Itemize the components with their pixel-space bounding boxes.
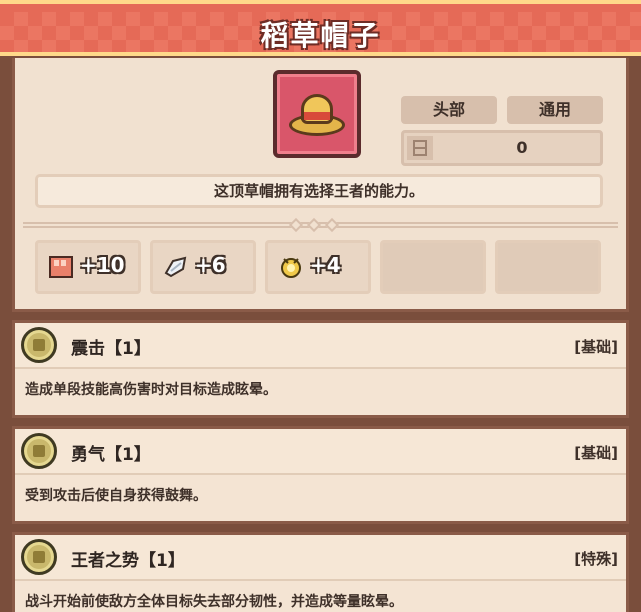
skill-card-1[interactable]: 震击【1】 [基础] 造成单段技能高伤害时对目标造成眩晕。 bbox=[12, 320, 629, 418]
skill-card-2[interactable]: 勇气【1】 [基础] 受到攻击后使自身获得鼓舞。 bbox=[12, 426, 629, 524]
straw-hat-icon bbox=[273, 70, 361, 158]
equip-slot-tag: 头部 bbox=[401, 96, 497, 124]
item-value-box: 0 bbox=[401, 130, 603, 166]
title-banner: 稻草帽子 bbox=[0, 0, 641, 56]
stat-value-1: +10 bbox=[80, 253, 125, 277]
stat-slot-5-empty[interactable] bbox=[495, 240, 601, 294]
stat-slot-1[interactable]: +10 bbox=[35, 240, 141, 294]
skill-card-3[interactable]: 王者之势【1】 [特殊] 战斗开始前使敌方全体目标失去部分韧性，并造成等量眩晕。 bbox=[12, 532, 629, 612]
stat-value-2: +6 bbox=[195, 253, 226, 277]
save-icon bbox=[413, 140, 427, 156]
skill-badge-icon bbox=[21, 539, 57, 575]
skill-badge-icon bbox=[21, 327, 57, 363]
skill-name: 震击【1】 bbox=[71, 339, 151, 359]
item-value: 0 bbox=[516, 138, 528, 157]
skill-header: 王者之势【1】 [特殊] bbox=[15, 535, 626, 581]
gold-bell-icon bbox=[278, 255, 304, 279]
skill-type: [基础] bbox=[574, 338, 618, 356]
skill-name: 勇气【1】 bbox=[71, 445, 151, 465]
wing-icon bbox=[163, 255, 189, 279]
stat-slot-2[interactable]: +6 bbox=[150, 240, 256, 294]
item-title: 稻草帽子 bbox=[260, 19, 381, 52]
skill-description: 受到攻击后使自身获得鼓舞。 bbox=[25, 488, 207, 504]
skill-header: 震击【1】 [基础] bbox=[15, 323, 626, 369]
fist-icon bbox=[48, 255, 74, 279]
item-info-panel: 头部 通用 0 这顶草帽拥有选择王者的能力。 +10 +6 +4 bbox=[12, 58, 629, 312]
stat-slot-4-empty[interactable] bbox=[380, 240, 486, 294]
skill-type: [基础] bbox=[574, 444, 618, 462]
skill-badge-icon bbox=[21, 433, 57, 469]
skill-description: 造成单段技能高伤害时对目标造成眩晕。 bbox=[25, 382, 277, 398]
skill-description: 战斗开始前使敌方全体目标失去部分韧性，并造成等量眩晕。 bbox=[25, 594, 403, 610]
stat-value-3: +4 bbox=[310, 253, 341, 277]
divider-ornament bbox=[285, 217, 345, 233]
hat-band bbox=[301, 112, 333, 120]
value-icon-box bbox=[407, 136, 433, 160]
category-tag: 通用 bbox=[507, 96, 603, 124]
skill-name: 王者之势【1】 bbox=[71, 551, 185, 571]
stat-slot-3[interactable]: +4 bbox=[265, 240, 371, 294]
skill-header: 勇气【1】 [基础] bbox=[15, 429, 626, 475]
skill-type: [特殊] bbox=[574, 550, 618, 568]
item-description: 这顶草帽拥有选择王者的能力。 bbox=[35, 174, 603, 208]
